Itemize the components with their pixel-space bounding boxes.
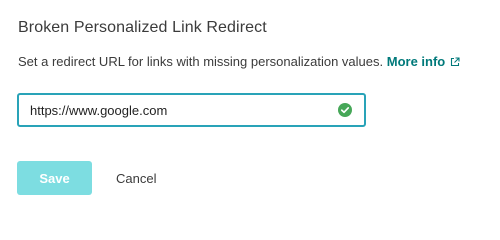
more-info-link[interactable]: More info (387, 54, 461, 69)
section-description: Set a redirect URL for links with missin… (18, 54, 460, 69)
more-info-label: More info (386, 54, 446, 69)
description-text: Set a redirect URL for links with missin… (18, 54, 384, 69)
save-button[interactable]: Save (17, 161, 92, 195)
broken-link-redirect-panel: Broken Personalized Link Redirect Set a … (0, 0, 500, 211)
redirect-url-input[interactable] (19, 95, 329, 125)
redirect-url-field (17, 93, 366, 127)
cancel-button[interactable]: Cancel (100, 161, 172, 195)
external-link-icon (451, 56, 460, 66)
section-title: Broken Personalized Link Redirect (18, 19, 267, 36)
check-circle-icon (338, 103, 352, 117)
